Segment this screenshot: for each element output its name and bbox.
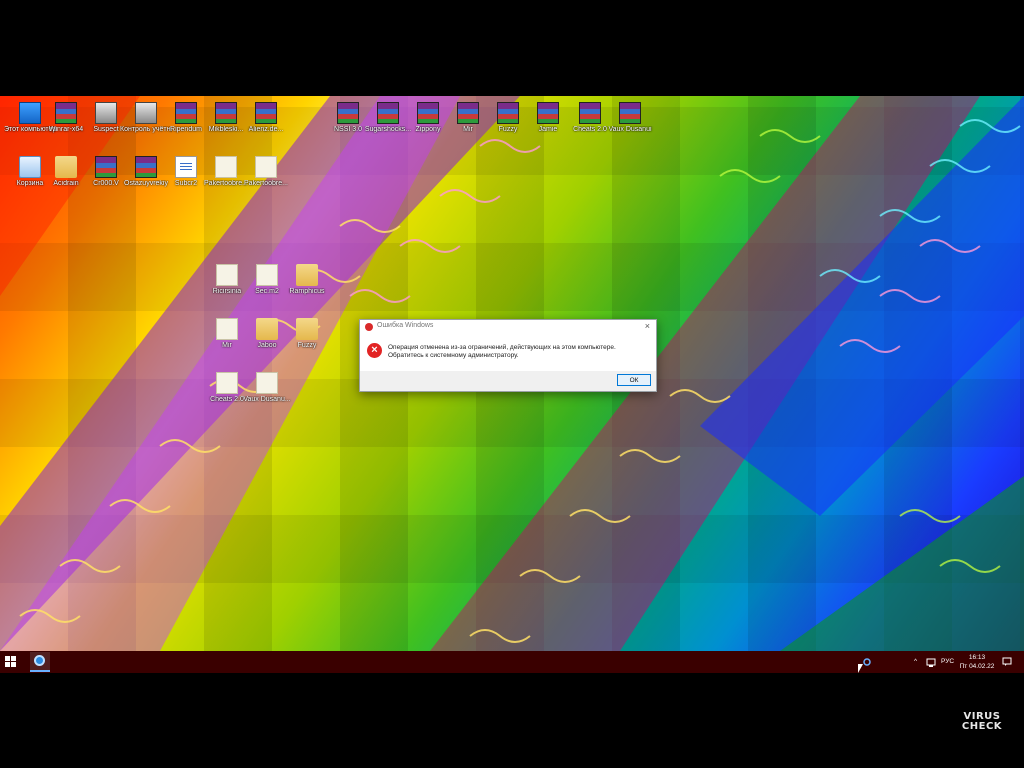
doc-file-icon (175, 156, 197, 178)
desktop-icon-label: Alienz.de... (248, 126, 284, 133)
start-button[interactable] (5, 656, 17, 668)
rar-file-icon (55, 102, 77, 124)
file-file-icon (216, 318, 238, 340)
file-file-icon (216, 264, 238, 286)
windows-logo-icon-part (11, 656, 16, 661)
language-indicator[interactable]: РУС (941, 651, 954, 673)
rar-file-icon (95, 156, 117, 178)
desktop-icon[interactable]: Vaux Dusanu... (241, 372, 293, 404)
tray-chevron[interactable]: ^ (914, 651, 917, 673)
file-file-icon (215, 156, 237, 178)
taskbar-app-settings[interactable] (30, 652, 50, 672)
network-icon[interactable] (925, 651, 937, 673)
rar-file-icon (135, 156, 157, 178)
rar-file-icon (497, 102, 519, 124)
desktop-icon[interactable]: Pakertoobre... (240, 156, 292, 188)
rar-file-icon (377, 102, 399, 124)
windows-logo-icon-part (5, 662, 10, 667)
dialog-footer: ОК (360, 371, 656, 391)
rar-file-icon (417, 102, 439, 124)
exe-file-icon (95, 102, 117, 124)
dialog-titlebar[interactable]: Ошибка Windows × (360, 320, 656, 333)
windows-logo-icon (5, 656, 10, 661)
watermark-logo: VIRUS CHECK (958, 712, 1006, 732)
file-file-icon (256, 372, 278, 394)
rar-file-icon (255, 102, 277, 124)
mouse-cursor-icon (858, 664, 863, 673)
desktop-icon-label: Vaux Dusanu... (243, 396, 291, 403)
desktop-screen: Этот компьютер Winrar-x64 Suspect Контроль … (0, 96, 1024, 673)
rar-file-icon (457, 102, 479, 124)
settings-gear-icon (34, 655, 45, 666)
clock-date: Пт 04.02.22 (959, 663, 995, 670)
windows-logo-icon-part (11, 662, 16, 667)
rar-file-icon (337, 102, 359, 124)
rar-file-icon (215, 102, 237, 124)
error-dialog: Ошибка Windows × × Операция отменена из-… (359, 319, 657, 392)
file-file-icon (216, 372, 238, 394)
ok-button[interactable]: ОК (617, 374, 651, 386)
rar-file-icon (175, 102, 197, 124)
folder-file-icon (296, 264, 318, 286)
clock-time: 16:13 (968, 654, 986, 661)
desktop-icon[interactable]: Vaux Dusanui (604, 102, 656, 134)
desktop-icon-label: Ramphicus (289, 288, 325, 295)
network-activity-icon[interactable] (862, 651, 872, 673)
clock[interactable]: 16:13 Пт 04.02.22 (955, 653, 999, 671)
rar-file-icon (579, 102, 601, 124)
error-small-icon (365, 323, 373, 331)
taskbar: ^ РУС 16:13 Пт 04.02.22 (0, 651, 1024, 673)
watermark-line2: CHECK (961, 721, 1003, 732)
rar-file-icon (619, 102, 641, 124)
dialog-message: Операция отменена из-за ограничений, дей… (388, 344, 616, 359)
network-glyph-icon (926, 658, 936, 667)
exe-file-icon (135, 102, 157, 124)
desktop-icon[interactable]: Ramphicus (281, 264, 333, 296)
file-file-icon (256, 264, 278, 286)
desktop-icon[interactable]: Alienz.de... (240, 102, 292, 134)
rar-file-icon (537, 102, 559, 124)
error-icon: × (367, 343, 382, 358)
bin-file-icon (19, 156, 41, 178)
activity-ring-icon (863, 658, 871, 666)
pc-file-icon (19, 102, 41, 124)
notifications-icon (1002, 657, 1012, 666)
desktop-icon[interactable]: Fuzzy (281, 318, 333, 350)
folder-file-icon (296, 318, 318, 340)
folder-file-icon (55, 156, 77, 178)
dialog-title: Ошибка Windows (377, 322, 434, 329)
desktop-icon-label: Vaux Dusanui (608, 126, 652, 133)
dialog-close-button[interactable]: × (645, 321, 650, 331)
desktop-icon-label: Pakertoobre... (244, 180, 288, 187)
notifications-button[interactable] (1002, 651, 1012, 673)
file-file-icon (255, 156, 277, 178)
desktop-icon-label: Fuzzy (297, 342, 317, 349)
folder-file-icon (256, 318, 278, 340)
